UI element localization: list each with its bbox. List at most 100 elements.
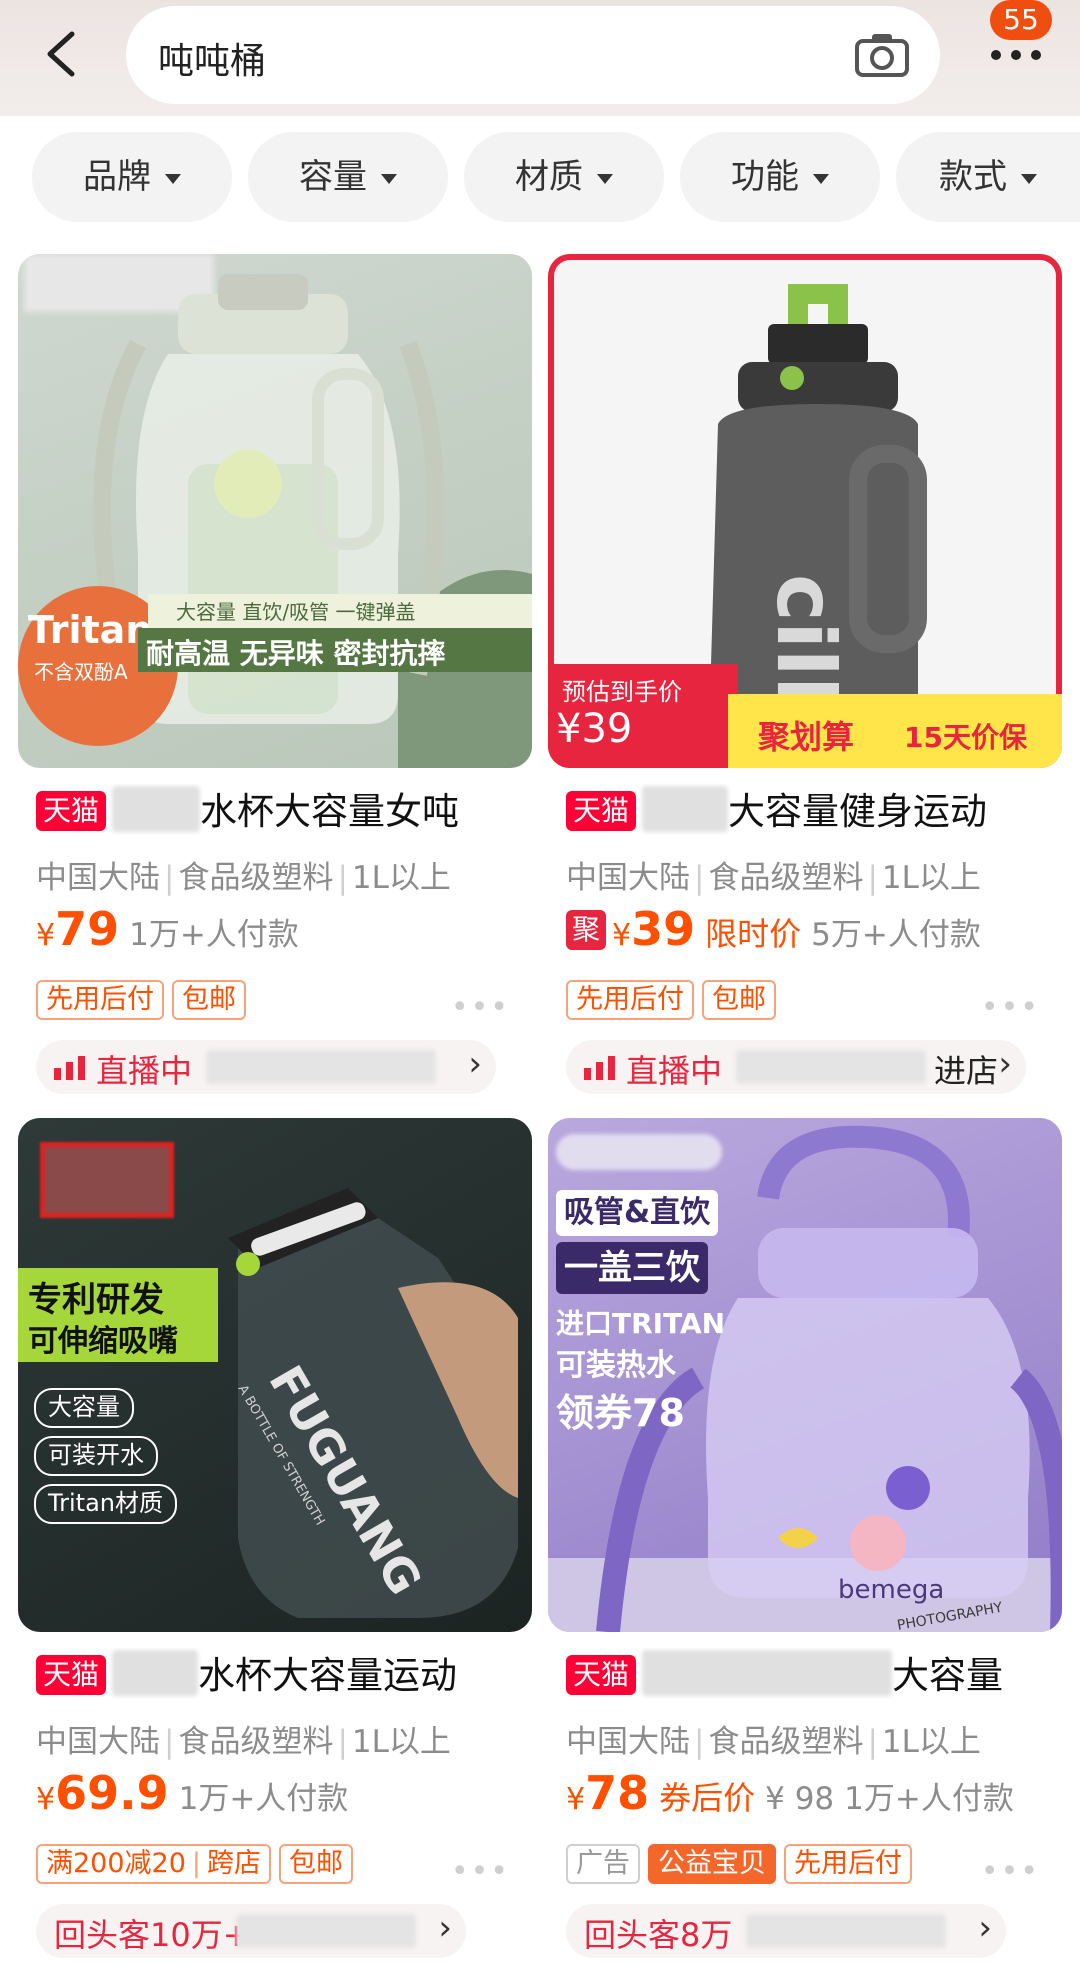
search-input[interactable]: 吨吨桶 <box>158 32 266 84</box>
attr-origin: 中国大陆 <box>566 1724 690 1760</box>
overlay-line2: 一盖三饮 <box>556 1242 708 1294</box>
chevron-left-icon <box>47 31 75 77</box>
filter-function[interactable]: 功能 <box>680 132 880 222</box>
caret-down-icon <box>381 173 397 184</box>
camera-icon[interactable] <box>854 32 910 78</box>
more-dots-icon[interactable]: ••• <box>451 1854 510 1889</box>
product-title[interactable]: 天猫 水杯大容量运动 <box>36 1648 526 1704</box>
product-image[interactable]: cille 预估到手价 ¥39 聚划算 15天价保 <box>548 254 1062 768</box>
repeat-customer-label: 回头客10万+ <box>54 1916 250 1954</box>
filter-brand[interactable]: 品牌 <box>32 132 232 222</box>
caret-down-icon <box>597 173 613 184</box>
product-image[interactable]: bemega PHOTOGRAPHY 吸管&直饮 一盖三饮 进口TRITAN 可… <box>548 1118 1062 1632</box>
filter-label: 品牌 <box>83 157 151 197</box>
more-dots-icon[interactable]: ••• <box>451 990 510 1025</box>
product-card[interactable]: cille 预估到手价 ¥39 聚划算 15天价保 天猫 大容量健身运动 中国大陆… <box>548 254 1062 1100</box>
caret-down-icon <box>813 173 829 184</box>
title-text: 水杯大容量运动 <box>198 1654 458 1697</box>
title-text: 大容量健身运动 <box>728 790 988 833</box>
overlay-line2: 耐高温 无异味 密封抗摔 <box>146 637 446 670</box>
tag-row: 满200减20 | 跨店 包邮 <box>36 1844 361 1884</box>
material-badge-text: Tritan <box>28 608 153 652</box>
back-button[interactable] <box>40 28 80 84</box>
cross-store-text: 跨店 <box>207 1848 262 1879</box>
bottle-illustration: FUGUANG A BOTTLE OF STRENGTH <box>228 1188 518 1618</box>
sold-count: 1万+人付款 <box>178 1781 349 1817</box>
tag-coupon: 满200减20 | 跨店 <box>36 1844 272 1884</box>
filter-label: 材质 <box>515 157 583 197</box>
estimate-label: 预估到手价 <box>562 678 682 706</box>
blurred-brand <box>642 786 729 832</box>
product-title[interactable]: 天猫 大容量 <box>566 1648 1056 1704</box>
attr-capacity: 1L以上 <box>881 1724 981 1760</box>
product-card[interactable]: Tritan 不含双酚A 大容量 直饮/吸管 一键弹盖 耐高温 无异味 密封抗摔… <box>18 254 532 1100</box>
repeat-customer-bar[interactable]: 回头客10万+ › <box>36 1904 466 1958</box>
estimate-price: ¥39 <box>556 706 633 752</box>
tag-pay-later: 先用后付 <box>784 1844 912 1884</box>
caret-down-icon <box>1021 173 1037 184</box>
tag-row: 广告 公益宝贝 先用后付 <box>566 1844 920 1884</box>
live-label: 直播中 <box>96 1052 193 1090</box>
product-image[interactable]: Tritan 不含双酚A 大容量 直饮/吸管 一键弹盖 耐高温 无异味 密封抗摔 <box>18 254 532 768</box>
filter-label: 款式 <box>939 157 1007 197</box>
attr-separator: | <box>694 1724 705 1760</box>
product-card[interactable]: bemega PHOTOGRAPHY 吸管&直饮 一盖三饮 进口TRITAN 可… <box>548 1118 1062 1964</box>
coupon-text: 满200减20 <box>46 1848 186 1879</box>
product-image[interactable]: FUGUANG A BOTTLE OF STRENGTH 专利研发 可伸缩吸嘴 … <box>18 1118 532 1632</box>
live-bars-icon <box>54 1056 85 1080</box>
feature-chip: 可装开水 <box>34 1436 158 1476</box>
attr-capacity: 1L以上 <box>351 1724 451 1760</box>
filter-style[interactable]: 款式 <box>896 132 1080 222</box>
material-sub-text: 不含双酚A <box>34 660 128 684</box>
live-stream-bar[interactable]: 直播中 › <box>36 1040 496 1094</box>
filter-capacity[interactable]: 容量 <box>248 132 448 222</box>
more-dots-icon[interactable] <box>986 40 1046 70</box>
juhuasuan-tag: 聚 <box>566 910 607 950</box>
sold-count: 1万+人付款 <box>844 1781 1014 1817</box>
product-title[interactable]: 天猫 水杯大容量女吨 <box>36 784 526 840</box>
more-dots-icon[interactable]: ••• <box>981 1854 1040 1889</box>
attr-origin: 中国大陆 <box>36 860 160 896</box>
price-note: 券后价 <box>659 1779 756 1817</box>
product-attributes: 中国大陆 | 食品级塑料 | 1L以上 <box>36 1716 451 1761</box>
attr-separator: | <box>164 860 175 896</box>
blurred-shop-name <box>206 1050 436 1084</box>
blurred-shop-name <box>746 1914 946 1948</box>
original-price: ¥ 98 <box>765 1781 835 1817</box>
product-attributes: 中国大陆 | 食品级塑料 | 1L以上 <box>566 1716 981 1761</box>
tag-free-shipping: 包邮 <box>172 980 246 1020</box>
tag-charity: 公益宝贝 <box>648 1844 776 1884</box>
price-row: ¥79 1万+人付款 <box>36 902 299 962</box>
repeat-customer-bar[interactable]: 回头客8万 › <box>566 1904 1006 1958</box>
overlay-line3: 进口TRITAN <box>556 1307 726 1340</box>
attr-separator: | <box>337 1724 348 1760</box>
filter-label: 功能 <box>731 157 799 197</box>
more-dots-icon[interactable]: ••• <box>981 990 1040 1025</box>
tag-free-shipping: 包邮 <box>702 980 776 1020</box>
attr-separator: | <box>694 860 705 896</box>
price-note: 限时价 <box>705 915 802 953</box>
tmall-tag: 天猫 <box>36 1655 107 1695</box>
live-bars-icon <box>584 1056 615 1080</box>
product-attributes: 中国大陆 | 食品级塑料 | 1L以上 <box>566 852 981 897</box>
attr-material: 食品级塑料 <box>178 1724 334 1760</box>
headline-2: 可伸缩吸嘴 <box>28 1324 178 1359</box>
overlay-line1: 吸管&直饮 <box>556 1190 719 1236</box>
live-stream-bar[interactable]: 直播中 进店 › <box>566 1040 1026 1094</box>
chevron-right-icon: › <box>468 1044 482 1084</box>
tmall-tag: 天猫 <box>566 791 637 831</box>
product-card[interactable]: FUGUANG A BOTTLE OF STRENGTH 专利研发 可伸缩吸嘴 … <box>18 1118 532 1964</box>
title-text: 水杯大容量女吨 <box>200 790 460 833</box>
blurred-brand <box>112 786 201 832</box>
attr-capacity: 1L以上 <box>351 860 451 896</box>
tag-row: 先用后付 包邮 <box>36 980 254 1020</box>
promo-label: 聚划算 <box>758 718 855 756</box>
currency-symbol: ¥ <box>612 918 632 953</box>
blurred-brand <box>112 1650 199 1696</box>
search-bar[interactable]: 吨吨桶 <box>126 6 940 104</box>
filter-material[interactable]: 材质 <box>464 132 664 222</box>
currency-symbol: ¥ <box>36 1782 56 1817</box>
product-title[interactable]: 天猫 大容量健身运动 <box>566 784 1056 840</box>
live-label: 直播中 <box>626 1052 723 1090</box>
feature-chip: Tritan材质 <box>34 1484 177 1524</box>
